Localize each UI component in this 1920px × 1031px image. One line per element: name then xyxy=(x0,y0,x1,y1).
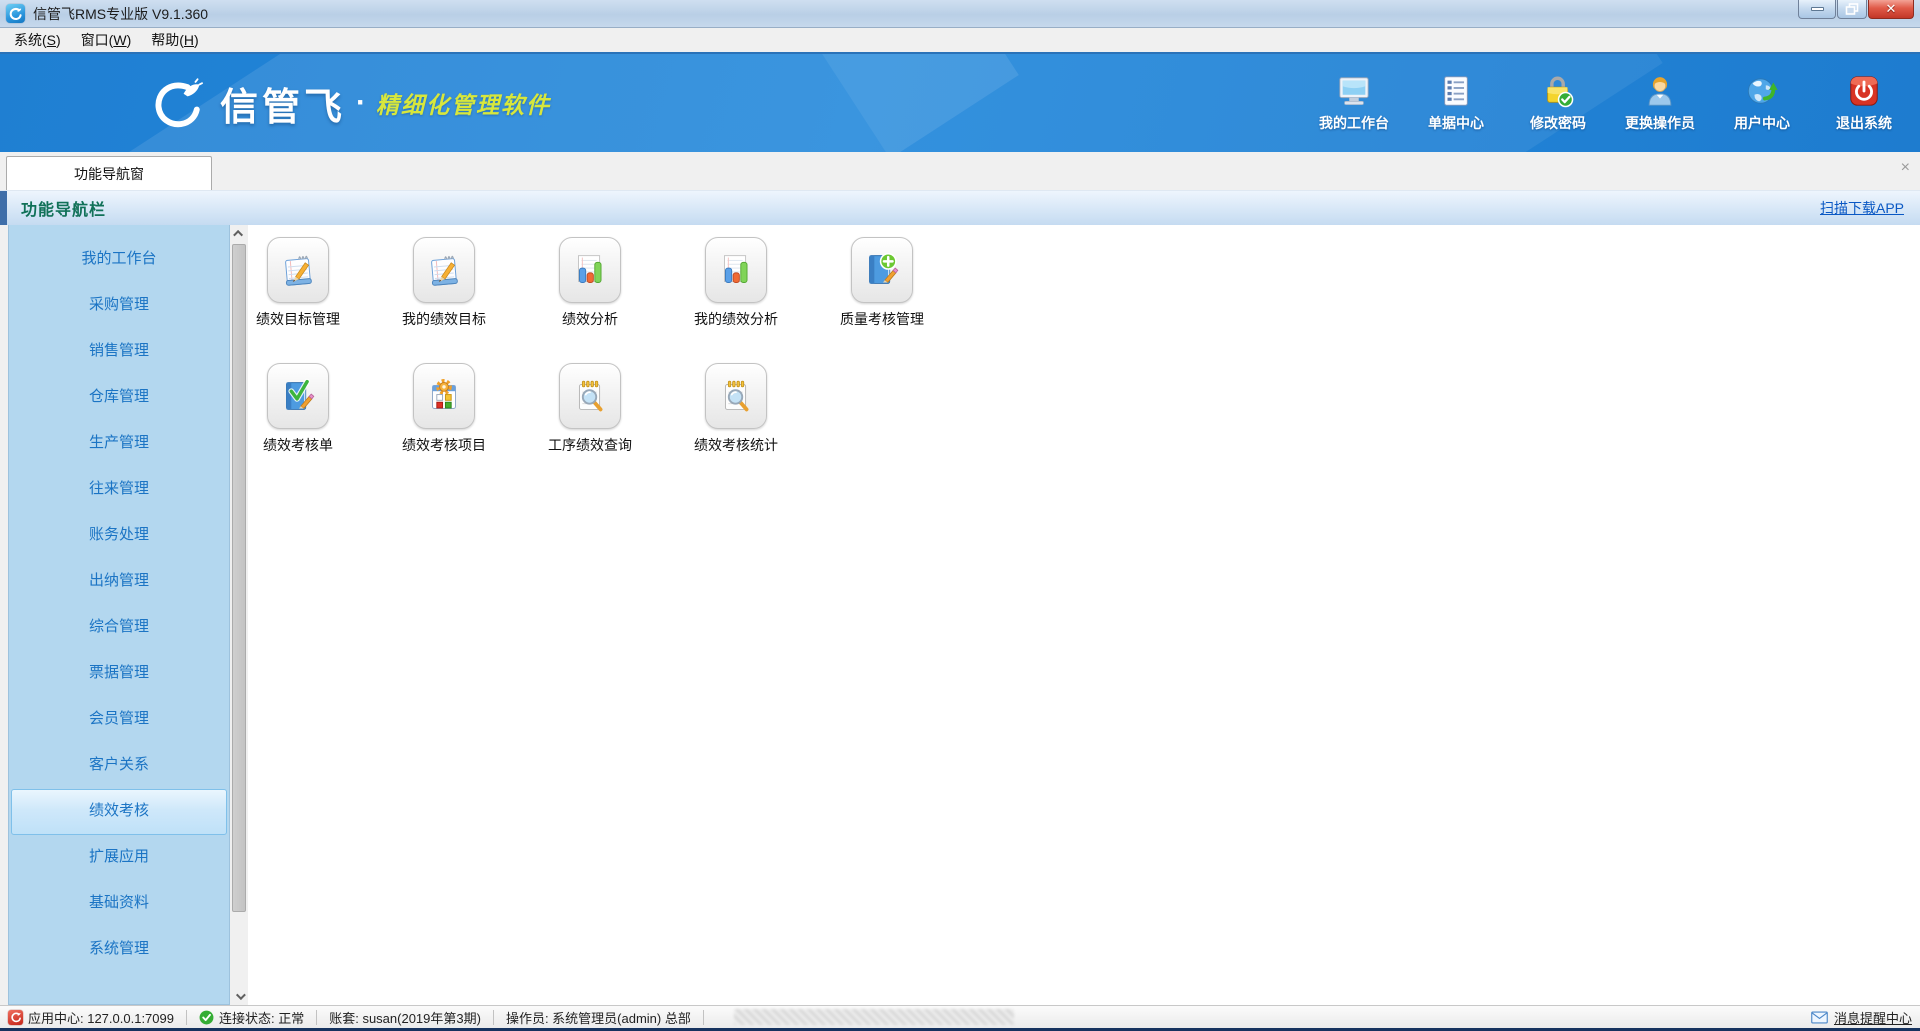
status-app-center: 应用中心: 127.0.0.1:7099 xyxy=(8,1008,174,1027)
close-icon: ✕ xyxy=(1886,1,1897,17)
sidebar-item-my-workspace[interactable]: 我的工作台 xyxy=(9,237,229,283)
close-button[interactable]: ✕ xyxy=(1868,0,1914,19)
app-logo-icon xyxy=(6,4,25,23)
notepad-pencil-icon xyxy=(413,237,475,303)
icon-grid-row-2: 绩效考核单 绩效考核项目 xyxy=(248,363,1920,455)
redacted-area xyxy=(734,1009,1014,1025)
sidebar: 我的工作台 采购管理 销售管理 仓库管理 生产管理 往来管理 账务处理 出纳管理… xyxy=(8,225,230,1005)
restore-icon xyxy=(1845,3,1859,15)
lock-check-icon xyxy=(1540,73,1576,109)
grid-item-quality-assessment-mgmt[interactable]: 质量考核管理 xyxy=(834,237,930,329)
sidebar-item-extensions[interactable]: 扩展应用 xyxy=(9,835,229,881)
sidebar-item-membership[interactable]: 会员管理 xyxy=(9,697,229,743)
pad-magnifier-icon xyxy=(559,363,621,429)
toolbar-user-center[interactable]: 用户中心 xyxy=(1726,73,1798,133)
grid-item-my-performance-target[interactable]: 我的绩效目标 xyxy=(396,237,492,329)
sidebar-scrollbar[interactable] xyxy=(230,225,248,1005)
window-title: 信管飞RMS专业版 V9.1.360 xyxy=(33,4,208,24)
status-operator: 操作员: 系统管理员(admin) 总部 xyxy=(506,1008,691,1027)
grid-item-performance-assessment-form[interactable]: 绩效考核单 xyxy=(250,363,346,455)
sidebar-item-warehouse[interactable]: 仓库管理 xyxy=(9,375,229,421)
sidebar-item-customer-relations[interactable]: 客户关系 xyxy=(9,743,229,789)
pad-magnifier-icon xyxy=(705,363,767,429)
app-center-icon xyxy=(8,1010,23,1025)
pane-close-icon[interactable]: × xyxy=(1901,160,1910,176)
sidebar-item-accounting[interactable]: 账务处理 xyxy=(9,513,229,559)
user-icon xyxy=(1642,73,1678,109)
nav-title: 功能导航栏 xyxy=(21,196,106,220)
tabstrip: 功能导航窗 × xyxy=(0,152,1920,190)
message-center-link[interactable]: 消息提醒中心 xyxy=(1811,1008,1912,1027)
header-banner: 信管飞 · 精细化管理软件 我的工作台 xyxy=(0,52,1920,152)
gear-grid-icon xyxy=(413,363,475,429)
grid-item-performance-target-mgmt[interactable]: 绩效目标管理 xyxy=(250,237,346,329)
status-account: 账套: susan(2019年第3期) xyxy=(329,1008,481,1027)
sidebar-item-sales[interactable]: 销售管理 xyxy=(9,329,229,375)
sidebar-item-cashier[interactable]: 出纳管理 xyxy=(9,559,229,605)
toolbar-my-workspace[interactable]: 我的工作台 xyxy=(1318,73,1390,133)
document-list-icon xyxy=(1438,73,1474,109)
app-window: 信管飞RMS专业版 V9.1.360 ✕ 系统(S) 窗口(W) 帮助(H) xyxy=(0,0,1920,1031)
sidebar-item-system-mgmt[interactable]: 系统管理 xyxy=(9,927,229,973)
toolbar-exit-system[interactable]: 退出系统 xyxy=(1828,73,1900,133)
grid-item-performance-assessment-stats[interactable]: 绩效考核统计 xyxy=(688,363,784,455)
nav-title-bar: 功能导航栏 扫描下载APP xyxy=(0,190,1920,225)
grid-item-performance-assessment-items[interactable]: 绩效考核项目 xyxy=(396,363,492,455)
titlebar: 信管飞RMS专业版 V9.1.360 ✕ xyxy=(0,0,1920,28)
toolbar-change-password[interactable]: 修改密码 xyxy=(1522,73,1594,133)
book-check-icon xyxy=(267,363,329,429)
sidebar-item-base-data[interactable]: 基础资料 xyxy=(9,881,229,927)
brand-tagline: 精细化管理软件 xyxy=(376,86,551,120)
minimize-icon xyxy=(1811,7,1824,11)
notepad-pencil-icon xyxy=(267,237,329,303)
menu-window[interactable]: 窗口(W) xyxy=(71,28,142,52)
menu-system[interactable]: 系统(S) xyxy=(4,28,71,52)
nav-accent-bar xyxy=(0,191,7,225)
envelope-icon xyxy=(1811,1011,1828,1024)
grid-item-performance-analysis[interactable]: 绩效分析 xyxy=(542,237,638,329)
sidebar-item-performance[interactable]: 绩效考核 xyxy=(11,789,227,835)
bar-chart-icon xyxy=(705,237,767,303)
sidebar-item-invoices[interactable]: 票据管理 xyxy=(9,651,229,697)
header-toolbar: 我的工作台 单据中心 xyxy=(1318,73,1920,133)
book-plus-icon xyxy=(851,237,913,303)
brand-swoosh-icon xyxy=(148,74,206,132)
tab-function-nav[interactable]: 功能导航窗 xyxy=(6,156,212,190)
grid-item-process-performance-query[interactable]: 工序绩效查询 xyxy=(542,363,638,455)
globe-icon xyxy=(1744,73,1780,109)
scrollbar-thumb[interactable] xyxy=(232,244,246,912)
download-app-link[interactable]: 扫描下载APP xyxy=(1820,198,1904,218)
brand-name: 信管飞 xyxy=(220,76,346,131)
content-area: 绩效目标管理 我的绩效目标 xyxy=(248,225,1920,1005)
scroll-up-icon[interactable] xyxy=(230,225,248,242)
main-body: 我的工作台 采购管理 销售管理 仓库管理 生产管理 往来管理 账务处理 出纳管理… xyxy=(0,225,1920,1005)
connection-ok-icon xyxy=(199,1010,214,1025)
statusbar: 应用中心: 127.0.0.1:7099 连接状态: 正常 账套: susan(… xyxy=(0,1005,1920,1028)
status-connection: 连接状态: 正常 xyxy=(199,1008,304,1027)
sidebar-item-production[interactable]: 生产管理 xyxy=(9,421,229,467)
sidebar-item-transactions[interactable]: 往来管理 xyxy=(9,467,229,513)
toolbar-switch-operator[interactable]: 更换操作员 xyxy=(1624,73,1696,133)
power-icon xyxy=(1846,73,1882,109)
monitor-icon xyxy=(1336,73,1372,109)
brand-logo: 信管飞 · 精细化管理软件 xyxy=(148,74,551,132)
sidebar-item-purchasing[interactable]: 采购管理 xyxy=(9,283,229,329)
minimize-button[interactable] xyxy=(1798,0,1836,19)
menubar: 系统(S) 窗口(W) 帮助(H) xyxy=(0,28,1920,52)
grid-item-my-performance-analysis[interactable]: 我的绩效分析 xyxy=(688,237,784,329)
brand-separator: · xyxy=(356,86,366,120)
restore-button[interactable] xyxy=(1837,0,1867,19)
icon-grid-row-1: 绩效目标管理 我的绩效目标 xyxy=(248,237,1920,329)
bar-chart-icon xyxy=(559,237,621,303)
toolbar-document-center[interactable]: 单据中心 xyxy=(1420,73,1492,133)
scroll-down-icon[interactable] xyxy=(230,988,248,1005)
sidebar-item-general-mgmt[interactable]: 综合管理 xyxy=(9,605,229,651)
menu-help[interactable]: 帮助(H) xyxy=(141,28,208,52)
